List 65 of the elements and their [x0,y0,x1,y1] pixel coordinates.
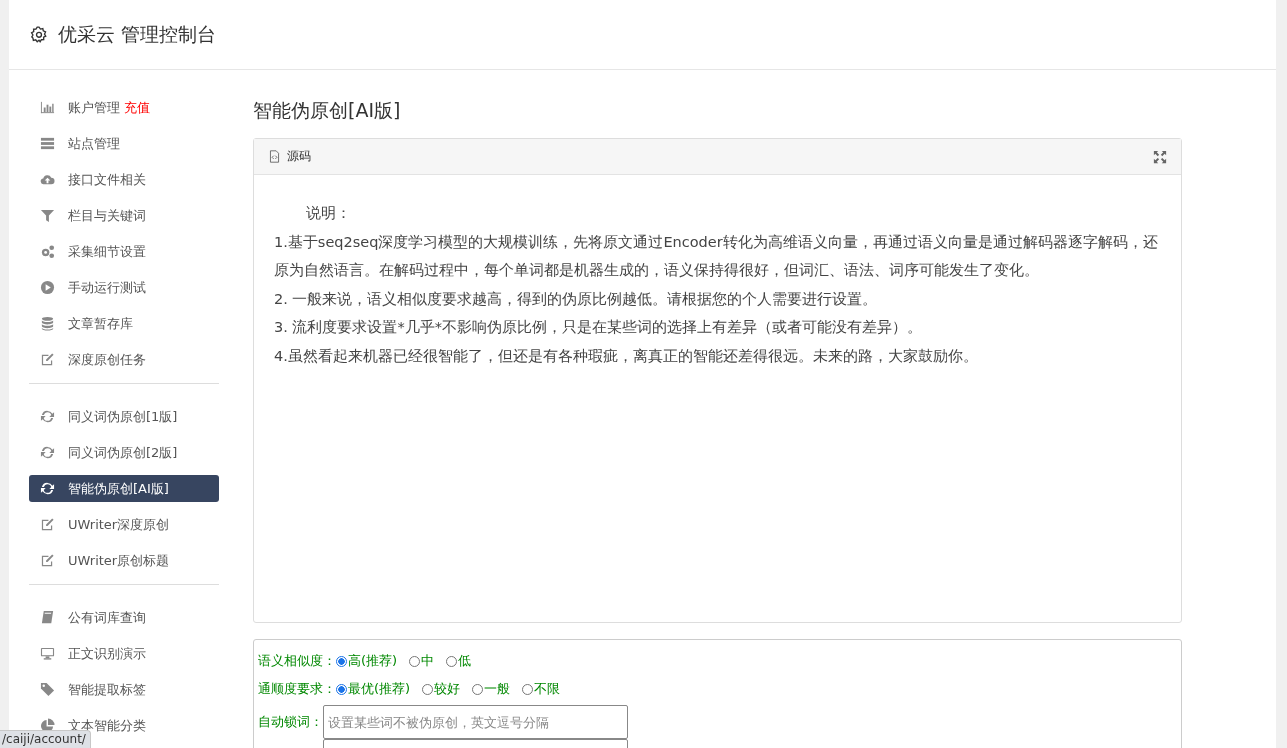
database-icon [40,316,55,331]
sidebar-item[interactable]: 账户管理 充值 [29,94,219,121]
fullscreen-icon [1153,149,1167,164]
bar-chart-icon [40,100,55,115]
radio-button[interactable] [409,655,421,667]
lock-words-field[interactable]: 设置某些词不被伪原创，英文逗号分隔 [323,705,628,739]
description-paragraph: 2. 一般来说，语义相似度要求越高，得到的伪原比例越低。请根据您的个人需要进行设置。 [274,289,879,309]
sidebar-item[interactable]: 栏目与关键词 [29,202,219,229]
refresh-icon [40,445,55,460]
filter-icon [40,208,55,223]
code-file-icon [268,150,281,163]
setting-label: 自动锁词： [258,713,323,731]
radio-option[interactable]: 不限 [522,680,561,698]
sidebar-item[interactable]: 采集细节设置 [29,238,219,265]
sidebar-item[interactable]: 深度原创任务 [29,346,219,373]
gears-icon [40,244,55,259]
refresh-icon [40,481,55,496]
description-paragraph: 说明： [305,204,352,223]
book-icon [40,610,55,625]
sidebar-item[interactable]: UWriter深度原创 [29,511,219,538]
page-title: 智能伪原创[AI版] [253,98,402,123]
sidebar-item[interactable]: 接口文件相关 [29,166,219,193]
text-editor[interactable] [253,138,1182,623]
sidebar-item[interactable]: 同义词伪原创[2版] [29,439,219,466]
sidebar-item[interactable]: 智能伪原创[AI版] [29,475,219,502]
radio-option[interactable]: 低 [446,652,472,670]
sidebar-item[interactable]: 手动运行测试 [29,274,219,301]
radio-option[interactable]: 高(推荐) [336,652,398,670]
monitor-icon [40,646,55,661]
sidebar-item[interactable]: 智能提取标签 [29,676,219,703]
edit-icon [40,352,55,367]
app-title: 优采云 管理控制台 [58,21,217,47]
play-icon [40,280,55,295]
description-paragraph: 3. 流利度要求设置*几乎*不影响伪原比例，只是在某些词的选择上有差异（或者可能没有差异）。 [274,318,923,338]
sidebar-item[interactable]: 正文识别演示 [29,640,219,667]
setting-label: 语义相似度： [258,652,336,670]
tag-icon [40,682,55,697]
sidebar-item[interactable]: 公有词库查询 [29,604,219,631]
radio-button[interactable] [336,683,347,695]
settings-icon [30,25,48,44]
radio-button[interactable] [472,683,484,695]
sidebar-item[interactable]: UWriter原创标题 [29,547,219,574]
radio-option[interactable]: 最优(推荐) [336,680,411,698]
description-paragraph: 4.虽然看起来机器已经很智能了，但还是有各种瑕疵，离真正的智能还差得很远。未来的路，大家鼓励你。 [274,346,979,366]
recharge-link[interactable]: 充值 [124,98,150,117]
edit-icon [40,517,55,532]
description-paragraph: 1.基于seq2seq深度学习模型的大规模训练，先将原文通过Encoder转化为高维语义向量，再通过语义向量是通过解码器逐字解码，还原为自然语言。在解码过程中，每个单词都是机器生成的，语义保持得很好，但词汇、语法、词序可能发生了变化。 [274,232,1159,281]
server-icon [40,136,55,151]
pie-chart-icon [40,718,55,733]
radio-option[interactable]: 中 [409,652,435,670]
radio-button[interactable] [522,683,534,695]
radio-button[interactable] [446,655,458,667]
sidebar-item[interactable]: 文章暂存库 [29,310,219,337]
radio-button[interactable] [336,655,347,667]
radio-option[interactable]: 一般 [472,680,511,698]
refresh-icon [40,409,55,424]
source-tab[interactable]: 源码 [287,148,311,165]
radio-option[interactable]: 较好 [422,680,461,698]
cloud-upload-icon [40,172,55,187]
setting-label: 通顺度要求： [258,680,336,698]
edit-icon [40,553,55,568]
status-url: /caiji/account/ [2,732,86,746]
sidebar-item[interactable]: 站点管理 [29,130,219,157]
radio-button[interactable] [422,683,434,695]
sidebar-item[interactable]: 同义词伪原创[1版] [29,403,219,430]
